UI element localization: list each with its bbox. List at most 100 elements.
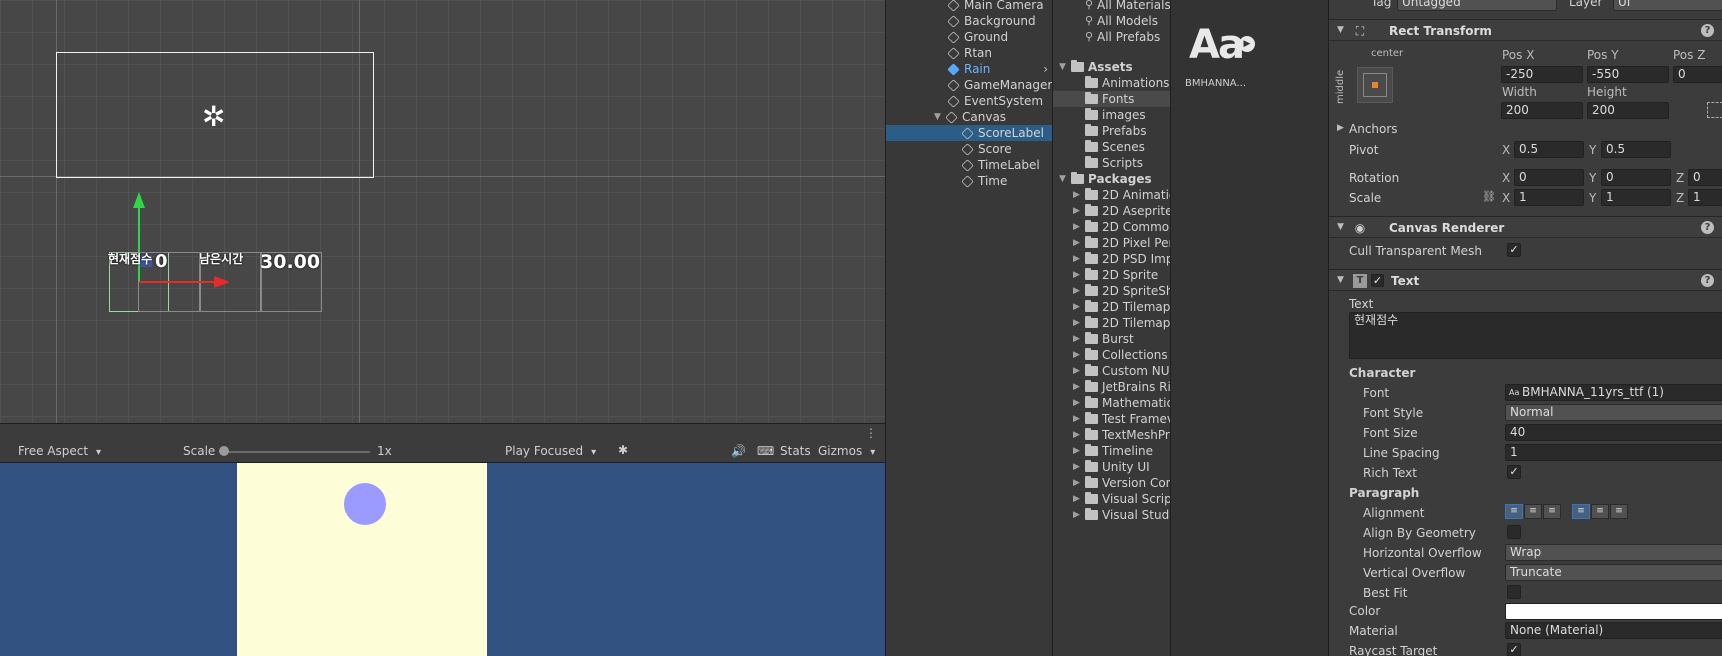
hierarchy-item-time[interactable]: Time [961, 173, 1007, 189]
help-icon[interactable]: ? [1701, 274, 1714, 287]
anchor-preset-button[interactable] [1357, 67, 1393, 103]
help-icon[interactable]: ? [1701, 24, 1714, 37]
pivot-x-field[interactable]: 0.5 [1514, 141, 1584, 158]
pivot-y-field[interactable]: 0.5 [1601, 141, 1671, 158]
pos-x-field[interactable]: -250 [1501, 66, 1583, 83]
rotation-z-field[interactable]: 0 [1688, 169, 1722, 186]
scale-slider-handle[interactable] [219, 446, 229, 456]
color-swatch[interactable] [1505, 603, 1722, 620]
package-item[interactable]: ▶ 2D Pixel Per [1073, 235, 1173, 251]
package-item[interactable]: ▶ Visual Scrip [1073, 491, 1172, 507]
package-item[interactable]: ▶ 2D PSD Imp [1073, 251, 1173, 267]
hierarchy-item-scorelabel[interactable]: ScoreLabel [886, 125, 1052, 141]
font-asset-tile[interactable]: Aa ▶ BMHANNA... [1171, 0, 1271, 100]
hierarchy-item-rain[interactable]: Rain › [947, 61, 1048, 77]
hierarchy-item-rtan[interactable]: Rtan [947, 45, 992, 61]
font-style-dropdown[interactable]: Normal [1505, 404, 1722, 421]
hierarchy-item-gamemanager[interactable]: GameManager [947, 77, 1052, 93]
hierarchy-item-eventsystem[interactable]: EventSystem [947, 93, 1043, 109]
folder-prefabs[interactable]: Prefabs [1085, 123, 1147, 139]
hierarchy-item-score[interactable]: Score [961, 141, 1012, 157]
rotation-y-field[interactable]: 0 [1601, 169, 1671, 186]
align-middle-button[interactable]: ≡ [1591, 504, 1609, 519]
favorite-all-prefabs[interactable]: ⚲ All Prefabs [1085, 29, 1160, 45]
expand-arrow-icon[interactable]: ▶ [1073, 475, 1085, 491]
rect-transform-header[interactable]: ▼ ⛶ Rect Transform ? [1329, 19, 1722, 41]
align-center-button[interactable]: ≡ [1524, 504, 1542, 519]
expand-arrow-icon[interactable]: ▶ [1073, 203, 1085, 219]
link-icon[interactable]: ⛓ [1482, 190, 1496, 203]
hierarchy-item-canvas[interactable]: ▼ Canvas [934, 109, 1006, 125]
folder-fonts[interactable]: Fonts [1053, 91, 1170, 107]
package-item[interactable]: ▶ Version Con [1073, 475, 1173, 491]
expand-arrow-icon[interactable]: ▶ [1073, 379, 1085, 395]
move-gizmo-x-axis[interactable] [139, 281, 223, 283]
package-item[interactable]: ▶ 2D Commor [1073, 219, 1174, 235]
v-overflow-dropdown[interactable]: Truncate [1505, 564, 1722, 581]
more-options-icon[interactable]: ⋮ [865, 426, 877, 440]
audio-icon[interactable]: 🔊 [731, 444, 746, 458]
package-item[interactable]: ▶ Burst [1073, 331, 1134, 347]
text-component-header[interactable]: ▼ T ✓ Text ? [1329, 269, 1722, 291]
package-item[interactable]: ▶ Unity UI [1073, 459, 1150, 475]
expand-arrow-icon[interactable]: ▶ [1073, 187, 1085, 203]
raw-edit-button[interactable] [1707, 102, 1722, 118]
favorite-all-models[interactable]: ⚲ All Models [1085, 13, 1158, 29]
play-icon[interactable]: ▶ [1239, 36, 1255, 52]
expand-arrow-icon[interactable]: ▶ [1073, 267, 1085, 283]
package-item[interactable]: ▶ Test Framev [1073, 411, 1174, 427]
expand-arrow-icon[interactable]: ▶ [1073, 459, 1085, 475]
expand-arrow-icon[interactable]: ▶ [1073, 427, 1085, 443]
hierarchy-item-main-camera[interactable]: Main Camera [947, 0, 1044, 13]
move-gizmo-y-axis[interactable] [138, 196, 140, 282]
h-overflow-dropdown[interactable]: Wrap [1505, 544, 1722, 561]
best-fit-checkbox[interactable] [1507, 585, 1521, 599]
packages-folder[interactable]: ▼ Packages [1059, 171, 1152, 187]
material-object-field[interactable]: None (Material) [1505, 622, 1722, 639]
move-gizmo-y-arrow[interactable] [133, 192, 145, 208]
height-field[interactable]: 200 [1587, 102, 1669, 119]
rich-text-checkbox[interactable]: ✓ [1507, 465, 1521, 479]
raycast-target-checkbox[interactable]: ✓ [1507, 643, 1521, 656]
expand-arrow-icon[interactable]: ▶ [1073, 507, 1085, 523]
rotation-x-field[interactable]: 0 [1514, 169, 1584, 186]
package-item[interactable]: ▶ 2D Aseprite [1073, 203, 1173, 219]
collapse-arrow-icon[interactable]: ▼ [1337, 275, 1344, 285]
line-spacing-field[interactable]: 1 [1505, 444, 1722, 461]
folder-scripts[interactable]: Scripts [1085, 155, 1143, 171]
expand-arrow-icon[interactable]: ▶ [1073, 283, 1085, 299]
layer-dropdown[interactable]: UI [1613, 0, 1722, 11]
scale-x-field[interactable]: 1 [1514, 189, 1584, 206]
bug-icon[interactable]: ✱ [618, 443, 628, 457]
collapse-arrow-icon[interactable]: ▼ [1337, 25, 1344, 35]
help-icon[interactable]: ? [1701, 221, 1714, 234]
cull-transparent-checkbox[interactable]: ✓ [1507, 243, 1521, 257]
hierarchy-item-background[interactable]: Background [947, 13, 1036, 29]
move-gizmo-x-arrow[interactable] [214, 276, 230, 288]
folder-scenes[interactable]: Scenes [1085, 139, 1145, 155]
package-item[interactable]: ▶ Custom NUr [1073, 363, 1174, 379]
package-item[interactable]: ▶ Timeline [1073, 443, 1153, 459]
pos-y-field[interactable]: -550 [1587, 66, 1669, 83]
align-geometry-checkbox[interactable] [1507, 525, 1521, 539]
folder-animations[interactable]: Animations [1085, 75, 1169, 91]
expand-arrow-icon[interactable]: ▶ [1073, 299, 1085, 315]
package-item[interactable]: ▶ Mathematic [1073, 395, 1173, 411]
align-left-button[interactable]: ≡ [1505, 504, 1523, 519]
package-item[interactable]: ▶ JetBrains Ri [1073, 379, 1171, 395]
align-top-button[interactable]: ≡ [1572, 504, 1590, 519]
width-field[interactable]: 200 [1501, 102, 1583, 119]
gizmos-dropdown[interactable]: Gizmos [818, 444, 875, 458]
folder-images[interactable]: images [1085, 107, 1146, 123]
expand-arrow-icon[interactable]: ▶ [1073, 443, 1085, 459]
tag-dropdown[interactable]: Untagged [1397, 0, 1557, 11]
expand-arrow-icon[interactable]: ▼ [1059, 171, 1071, 187]
expand-arrow-icon[interactable]: ▶ [1073, 235, 1085, 251]
text-content-area[interactable]: 현재점수 [1349, 312, 1722, 359]
text-enabled-checkbox[interactable]: ✓ [1371, 274, 1384, 287]
expand-arrow-icon[interactable]: ▶ [1073, 363, 1085, 379]
play-mode-dropdown[interactable]: Play Focused [505, 444, 596, 458]
hierarchy-item-ground[interactable]: Ground [947, 29, 1008, 45]
canvas-renderer-header[interactable]: ▼ ◉ Canvas Renderer ? [1329, 216, 1722, 238]
expand-arrow-icon[interactable]: ▶ [1073, 347, 1085, 363]
